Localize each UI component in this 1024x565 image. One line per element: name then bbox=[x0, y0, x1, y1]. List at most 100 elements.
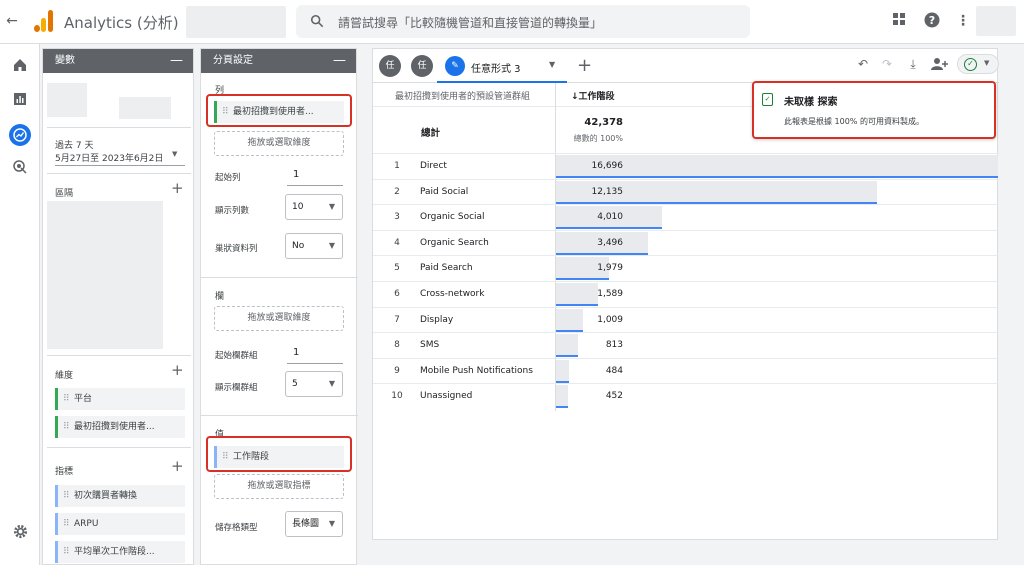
left-nav-rail bbox=[0, 44, 40, 565]
share-icon[interactable] bbox=[929, 57, 951, 74]
table-row[interactable]: 8 SMS 813 bbox=[373, 332, 999, 358]
metric-chip[interactable]: ⠿ 初次購買者轉換 bbox=[55, 485, 185, 507]
table-row[interactable]: 7 Display 1,009 bbox=[373, 306, 999, 333]
advertising-icon[interactable] bbox=[10, 160, 30, 180]
row-sessions-value: 16,696 bbox=[591, 161, 624, 171]
row-index: 10 bbox=[391, 391, 403, 402]
highlight-box bbox=[206, 436, 352, 472]
analytics-logo[interactable] bbox=[34, 10, 54, 32]
collapse-icon[interactable]: — bbox=[333, 49, 346, 73]
search-icon bbox=[310, 14, 324, 28]
metric-chip[interactable]: ⠿ ARPU bbox=[55, 513, 185, 535]
drag-handle-icon[interactable]: ⠿ bbox=[63, 388, 70, 410]
table-row[interactable]: 2 Paid Social 12,135 bbox=[373, 178, 999, 205]
table-row[interactable]: 10 Unassigned 452 bbox=[373, 383, 999, 409]
edit-pencil-icon: ✎ bbox=[445, 56, 465, 76]
table-row[interactable]: 5 Paid Search 1,979 bbox=[373, 255, 999, 281]
row-channel-name: Mobile Push Notifications bbox=[420, 365, 533, 376]
row-channel-name: Paid Social bbox=[420, 186, 469, 197]
dropdown-arrow-icon: ▼ bbox=[984, 59, 990, 67]
row-index: 8 bbox=[394, 340, 400, 351]
drag-handle-icon[interactable]: ⠿ bbox=[63, 541, 70, 563]
nested-rows-label: 巢狀資料列 bbox=[215, 244, 258, 254]
collapse-icon[interactable]: — bbox=[170, 49, 183, 73]
row-channel-name: Direct bbox=[420, 161, 447, 171]
dropdown-arrow-icon: ▼ bbox=[328, 202, 335, 211]
values-drop-zone[interactable]: 拖放或選取指標 bbox=[214, 474, 344, 499]
undo-icon[interactable]: ↶ bbox=[855, 57, 871, 71]
table-row[interactable]: 6 Cross-network 1,589 bbox=[373, 281, 999, 307]
highlight-box bbox=[206, 94, 352, 127]
drag-handle-icon[interactable]: ⠿ bbox=[63, 513, 70, 535]
row-index: 4 bbox=[394, 237, 400, 248]
nested-rows-select[interactable]: No ▼ bbox=[285, 233, 343, 259]
drag-handle-icon[interactable]: ⠿ bbox=[63, 416, 70, 438]
dimension-chip[interactable]: ⠿ 最初招攬到使用者... bbox=[55, 416, 185, 438]
dropdown-arrow-icon: ▼ bbox=[328, 379, 335, 388]
tab-active[interactable]: ✎ 任意形式 3 ▼ bbox=[437, 51, 567, 83]
tab-settings-header: 分頁設定 — bbox=[201, 49, 356, 73]
help-icon[interactable]: ? bbox=[923, 12, 941, 30]
download-icon[interactable]: ⤓ bbox=[905, 57, 921, 72]
rows-drop-zone[interactable]: 拖放或選取維度 bbox=[214, 131, 344, 156]
row-index: 6 bbox=[394, 289, 400, 299]
table-row[interactable]: 4 Organic Search 3,496 bbox=[373, 229, 999, 256]
tab-settings-panel: 分頁設定 — 列 ⠿ 最初招攬到使用者... 拖放或選取維度 起始列 1 顯示列數… bbox=[200, 48, 358, 565]
metric-chip[interactable]: ⠿ 平均單次工作階段... bbox=[55, 541, 185, 563]
row-sessions-value: 12,135 bbox=[591, 186, 624, 197]
exploration-name-redacted bbox=[47, 83, 87, 117]
variables-panel: 變數 — 過去 7 天 5月27日至 2023年6月2日 ▼ 區隔 + 維度 +… bbox=[42, 48, 194, 565]
app-title: Analytics (分析) bbox=[64, 14, 179, 32]
start-col-input[interactable]: 1 bbox=[293, 347, 299, 358]
cell-type-select[interactable]: 長條圖 ▼ bbox=[285, 511, 343, 537]
show-rows-select[interactable]: 10 ▼ bbox=[285, 194, 343, 220]
row-index: 1 bbox=[394, 161, 400, 171]
add-segment-icon[interactable]: + bbox=[171, 181, 184, 196]
total-percent: 總數的 100% bbox=[573, 134, 623, 143]
apps-grid-icon[interactable] bbox=[890, 12, 908, 30]
settings-gear-icon[interactable] bbox=[10, 524, 30, 544]
row-sessions-value: 484 bbox=[605, 365, 623, 376]
table-row[interactable]: 9 Mobile Push Notifications 484 bbox=[373, 357, 999, 384]
drag-handle-icon[interactable]: ⠿ bbox=[63, 485, 70, 507]
add-tab-icon[interactable]: + bbox=[577, 55, 592, 76]
home-icon[interactable] bbox=[10, 58, 30, 78]
date-range-value[interactable]: 5月27日至 2023年6月2日 bbox=[55, 151, 163, 164]
tab-settings-title: 分頁設定 bbox=[213, 55, 253, 66]
row-channel-name: Unassigned bbox=[420, 391, 473, 402]
add-metric-icon[interactable]: + bbox=[171, 459, 184, 474]
variables-title: 變數 bbox=[55, 55, 75, 66]
row-index: 9 bbox=[394, 365, 400, 376]
reports-icon[interactable] bbox=[10, 92, 30, 112]
verified-doc-icon: ✓ bbox=[762, 93, 773, 106]
add-dimension-icon[interactable]: + bbox=[171, 363, 184, 378]
row-index: 7 bbox=[394, 314, 400, 325]
start-row-input[interactable]: 1 bbox=[293, 169, 299, 180]
avatar[interactable] bbox=[976, 6, 1016, 36]
date-range-title[interactable]: 過去 7 天 bbox=[55, 138, 93, 151]
date-dropdown-icon[interactable]: ▼ bbox=[172, 150, 177, 158]
show-cols-select[interactable]: 5 ▼ bbox=[285, 371, 343, 397]
row-sessions-value: 452 bbox=[605, 391, 623, 402]
search-bar[interactable]: 請嘗試搜尋「比較隨機管道和直接管道的轉換量」 bbox=[296, 5, 750, 38]
columns-drop-zone[interactable]: 拖放或選取維度 bbox=[214, 306, 344, 331]
tab-button-2[interactable]: 任 bbox=[411, 55, 433, 77]
back-arrow-icon[interactable]: ← bbox=[4, 12, 20, 30]
sampling-status-button[interactable]: ✓ ▼ bbox=[957, 54, 999, 74]
dimension-column-header[interactable]: 最初招攬到使用者的預設管道群組 bbox=[395, 89, 530, 102]
redo-icon[interactable]: ↷ bbox=[879, 57, 895, 71]
svg-text:?: ? bbox=[929, 14, 935, 27]
row-index: 5 bbox=[394, 263, 400, 274]
check-circle-icon: ✓ bbox=[964, 58, 977, 71]
explore-icon[interactable] bbox=[9, 124, 31, 146]
metric-column-header[interactable]: ↓工作階段 bbox=[571, 89, 615, 102]
dimension-chip[interactable]: ⠿ 平台 bbox=[55, 388, 185, 410]
account-selector[interactable] bbox=[186, 6, 286, 38]
more-vert-icon[interactable]: ⋮ bbox=[954, 12, 972, 30]
table-row[interactable]: 3 Organic Social 4,010 bbox=[373, 204, 999, 230]
tab-dropdown-icon[interactable]: ▼ bbox=[549, 60, 555, 69]
metrics-label: 指標 bbox=[55, 467, 74, 477]
table-row[interactable]: 1 Direct 16,696 bbox=[373, 153, 999, 179]
tab-button-1[interactable]: 任 bbox=[379, 55, 401, 77]
row-sessions-value: 1,009 bbox=[597, 314, 623, 325]
